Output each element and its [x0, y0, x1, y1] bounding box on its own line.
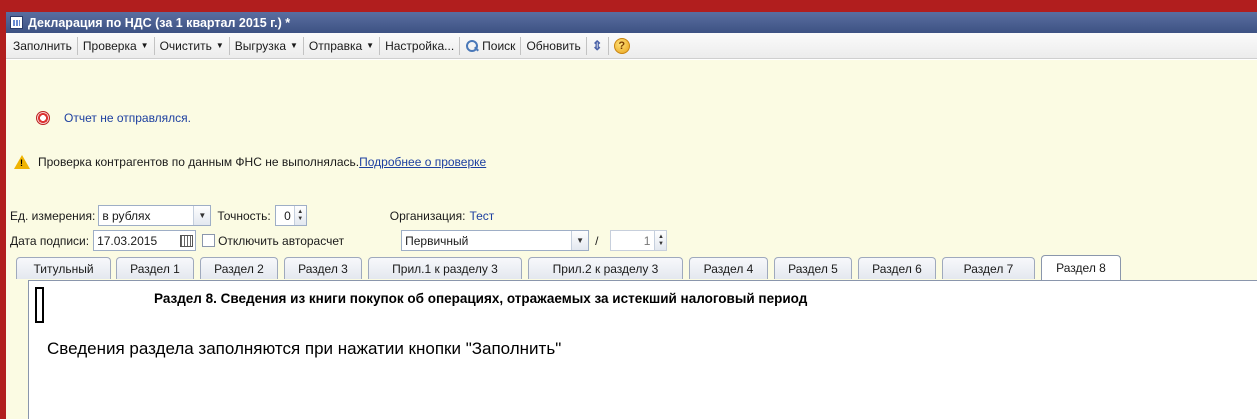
tab-7[interactable]: Раздел 4 [689, 257, 768, 279]
sign-date-value: 17.03.2015 [97, 233, 158, 248]
settings-button[interactable]: Настройка... [380, 36, 459, 56]
tab-11[interactable]: Раздел 8 [1041, 255, 1121, 280]
organization-label: Организация: [389, 208, 466, 223]
clear-button-label: Очистить [159, 38, 212, 53]
help-button[interactable]: ? [609, 36, 635, 56]
precision-value: 0 [284, 208, 291, 223]
check-button-label: Проверка [82, 38, 137, 53]
slash-separator: / [595, 233, 599, 248]
send-status-notice: Отчет не отправлялся. [36, 111, 191, 125]
search-button[interactable]: Поиск [460, 36, 520, 56]
precision-stepper[interactable]: 0 ▲ ▼ [274, 205, 307, 226]
sign-date-label: Дата подписи: [10, 233, 90, 248]
active-cell-cursor[interactable] [35, 287, 44, 323]
chevron-down-icon[interactable]: ▼ [571, 231, 589, 250]
section-title: Раздел 8. Сведения из книги покупок об о… [154, 291, 808, 306]
export-button-label: Выгрузка [234, 38, 286, 53]
organization-link[interactable]: Тест [469, 209, 494, 223]
declaration-window: Декларация по НДС (за 1 квартал 2015 г.)… [6, 12, 1257, 419]
fill-button-label: Заполнить [13, 38, 72, 53]
tab-5[interactable]: Прил.1 к разделу 3 [368, 257, 522, 279]
refresh-button[interactable]: Обновить [521, 36, 585, 56]
units-value: в рублях [102, 208, 151, 223]
tab-1[interactable]: Титульный [16, 257, 111, 279]
tab-9[interactable]: Раздел 6 [858, 257, 936, 279]
search-button-label: Поиск [482, 38, 516, 53]
correction-number-stepper[interactable]: 1 ▲ ▼ [610, 230, 668, 251]
tab-3[interactable]: Раздел 2 [200, 257, 278, 279]
send-status-text: Отчет не отправлялся. [64, 111, 192, 125]
units-label: Ед. измерения: [10, 208, 96, 223]
units-row: Ед. измерения: в рублях ▼ Точность: 0 ▲ ▼… [10, 205, 494, 226]
send-button[interactable]: Отправка ▼ [304, 36, 379, 56]
warning-icon: ! [14, 155, 30, 169]
check-notice-text: Проверка контрагентов по данным ФНС не в… [38, 155, 360, 169]
chevron-down-icon[interactable]: ▼ [193, 206, 211, 225]
search-icon [465, 39, 479, 53]
declaration-kind-select[interactable]: Первичный ▼ [401, 230, 590, 251]
sign-date-field[interactable]: 17.03.2015 [93, 230, 197, 251]
collapse-button[interactable]: ⇕ [587, 36, 608, 56]
collapse-expand-icon: ⇕ [591, 38, 603, 53]
section-content: Раздел 8. Сведения из книги покупок об о… [28, 280, 1257, 419]
autocalc-checkbox[interactable] [202, 234, 216, 247]
tab-2[interactable]: Раздел 1 [116, 257, 194, 279]
tab-6[interactable]: Прил.2 к разделу 3 [528, 257, 683, 279]
chevron-down-icon: ▼ [140, 41, 149, 50]
calendar-icon [180, 234, 194, 247]
precision-label: Точность: [217, 208, 271, 223]
date-row: Дата подписи: 17.03.2015 Отключить автор… [10, 230, 668, 251]
chevron-down-icon: ▼ [215, 41, 224, 50]
tab-8[interactable]: Раздел 5 [774, 257, 852, 279]
correction-number-value: 1 [643, 233, 651, 248]
section-note: Сведения раздела заполняются при нажатии… [47, 339, 562, 358]
document-icon [10, 16, 23, 29]
export-button[interactable]: Выгрузка ▼ [230, 36, 303, 56]
chevron-down-icon: ▼ [366, 41, 375, 50]
spin-arrows-icon[interactable]: ▲ ▼ [654, 231, 667, 250]
toolbar: Заполнить Проверка ▼ Очистить ▼ Выгрузка ▼ … [6, 33, 1257, 59]
spin-arrows-icon[interactable]: ▲ ▼ [293, 206, 306, 225]
units-select[interactable]: в рублях ▼ [98, 205, 212, 226]
chevron-down-icon: ▼ [290, 41, 298, 50]
check-details-link[interactable]: Подробнее о проверке [359, 155, 486, 169]
clear-button[interactable]: Очистить ▼ [155, 36, 229, 56]
send-button-label: Отправка [308, 38, 363, 53]
declaration-kind-value: Первичный [405, 233, 469, 248]
counterparty-check-notice: ! Проверка контрагентов по данным ФНС не… [14, 155, 486, 169]
window-title: Декларация по НДС (за 1 квартал 2015 г.)… [28, 15, 291, 30]
settings-button-label: Настройка... [385, 38, 455, 53]
check-button[interactable]: Проверка ▼ [78, 36, 154, 56]
section-tabs: Титульный Раздел 1 Раздел 2 Раздел 3 Прил.1 … [6, 255, 1257, 280]
fill-button[interactable]: Заполнить [8, 36, 77, 56]
calendar-button[interactable] [178, 231, 195, 250]
tax-seal-icon [36, 111, 50, 125]
help-icon: ? [613, 37, 630, 54]
refresh-button-label: Обновить [526, 38, 581, 53]
title-bar: Декларация по НДС (за 1 квартал 2015 г.)… [6, 12, 1257, 33]
autocalc-label: Отключить авторасчет [218, 233, 345, 248]
tab-10[interactable]: Раздел 7 [942, 257, 1035, 279]
tab-4[interactable]: Раздел 3 [284, 257, 362, 279]
